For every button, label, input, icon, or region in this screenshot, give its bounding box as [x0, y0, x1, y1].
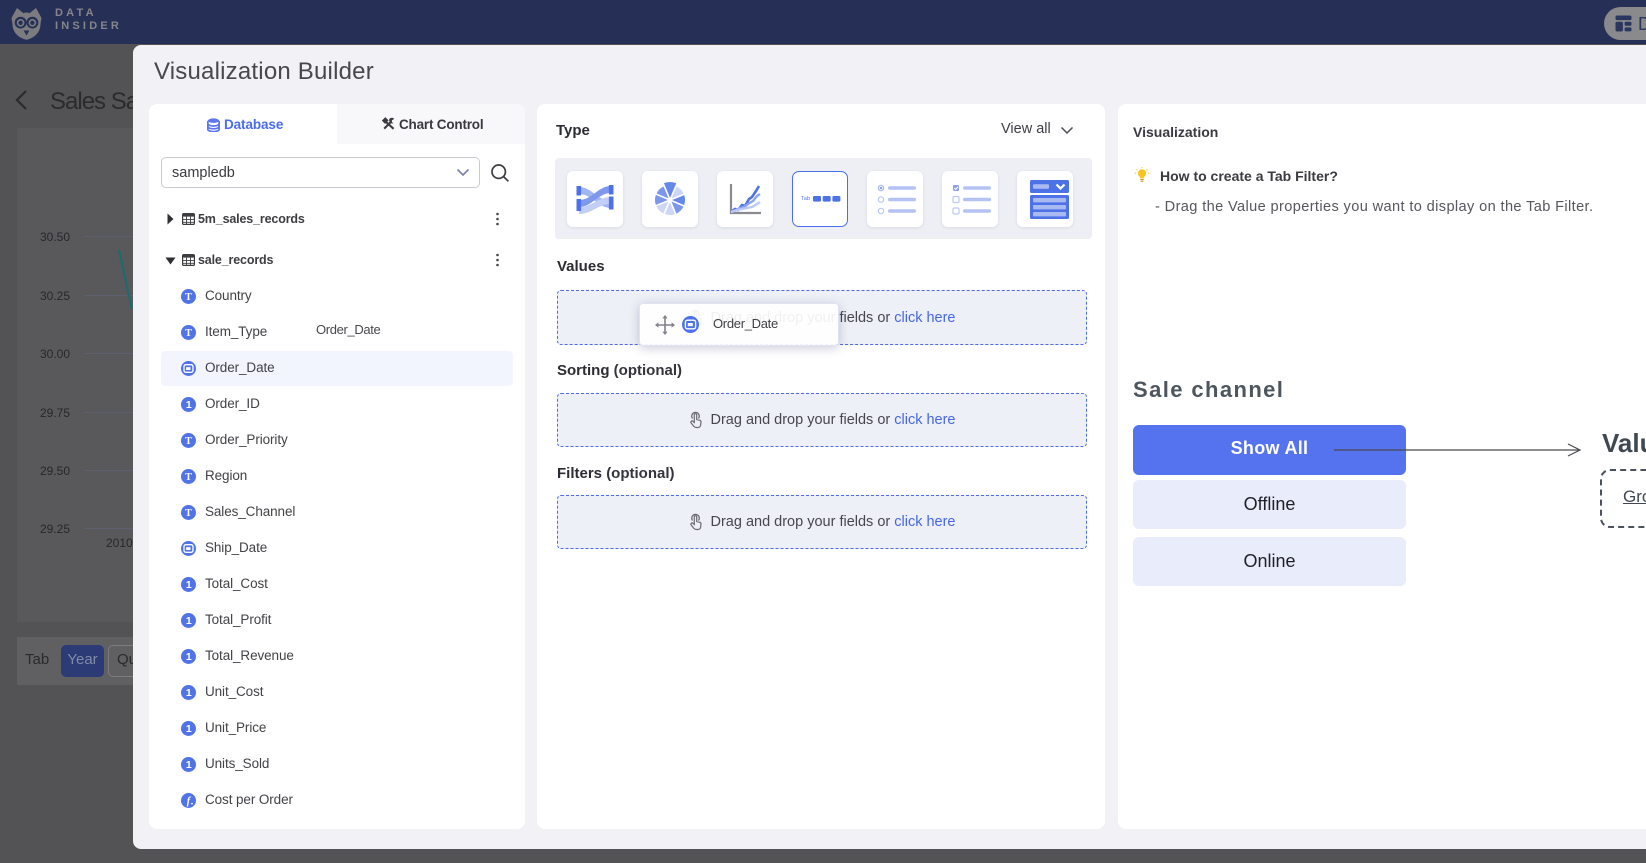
svg-text:1: 1: [186, 651, 192, 663]
svg-text:1: 1: [186, 723, 192, 735]
svg-text:T: T: [185, 472, 192, 483]
svg-text:T: T: [185, 508, 192, 519]
svg-text:1: 1: [186, 759, 192, 771]
svg-text:1: 1: [186, 687, 192, 699]
svg-text:1: 1: [186, 399, 192, 411]
svg-text:T: T: [185, 328, 192, 339]
svg-text:T: T: [185, 436, 192, 447]
svg-text:1: 1: [186, 615, 192, 627]
svg-text:1: 1: [186, 579, 192, 591]
svg-text:T: T: [185, 292, 192, 303]
